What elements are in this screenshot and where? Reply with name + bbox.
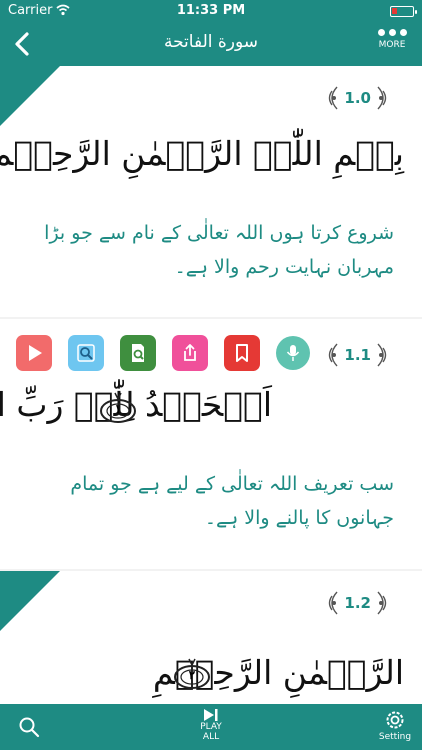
bottom-tab-bar: PLAY ALL Setting bbox=[0, 704, 422, 750]
clock: 11:33 PM bbox=[176, 3, 246, 18]
verse-actions-toolbar bbox=[16, 335, 310, 371]
play-all-label-2: ALL bbox=[202, 732, 220, 742]
more-dots-icon bbox=[370, 29, 414, 36]
ornament-left-icon bbox=[329, 343, 338, 367]
tafseer-search-icon bbox=[77, 344, 95, 362]
urdu-translation: شروع کرتا ہوں اللہ تعالٰی کے نام سے جو ب… bbox=[44, 222, 394, 278]
page-title: سورة الفاتحة bbox=[163, 32, 259, 52]
play-next-icon bbox=[204, 709, 218, 721]
verse-card[interactable]: 1.1 اَلۡحَمۡدُ لِلّٰہِ رَبِّ الۡعٰلَمِیۡ… bbox=[0, 319, 422, 569]
arabic-verse-text: بِسۡمِ اللّٰہِ الرَّحۡمٰنِ الرَّحِیۡمِ bbox=[0, 134, 404, 173]
ornament-left-icon bbox=[329, 591, 338, 615]
verse-number: 1.1 bbox=[344, 346, 371, 364]
ornament-left-icon bbox=[329, 86, 338, 110]
verse-number-ornament: 1.1 bbox=[325, 341, 390, 369]
microphone-icon bbox=[286, 345, 300, 361]
nav-bar: سورة الفاتحة MORE bbox=[0, 22, 422, 66]
verse-list[interactable]: 1.0 بِسۡمِ اللّٰہِ الرَّحۡمٰنِ الرَّحِیۡ… bbox=[0, 66, 422, 704]
play-icon bbox=[29, 345, 42, 361]
back-chevron-icon[interactable] bbox=[6, 27, 40, 61]
verse-card[interactable]: 1.2 الرَّحۡمٰنِ الرَّحِیۡمِ ٢ bbox=[0, 571, 422, 704]
verse-card[interactable]: 1.0 بِسۡمِ اللّٰہِ الرَّحۡمٰنِ الرَّحِیۡ… bbox=[0, 66, 422, 317]
urdu-translation: سب تعریف اللہ تعالٰی کے لیے ہے جو تمام ج… bbox=[70, 473, 394, 529]
ayah-end-marker: ٢ bbox=[172, 657, 212, 693]
setting-label: Setting bbox=[378, 732, 412, 742]
ornament-right-icon bbox=[377, 591, 387, 615]
share-button[interactable] bbox=[172, 335, 208, 371]
play-all-button[interactable]: PLAY ALL bbox=[191, 708, 231, 742]
more-button[interactable]: MORE bbox=[370, 26, 414, 64]
ornament-right-icon bbox=[377, 86, 387, 110]
play-verse-button[interactable] bbox=[16, 335, 52, 371]
verse-number: 1.2 bbox=[344, 594, 371, 612]
ayah-number: ٢ bbox=[188, 668, 196, 682]
ayah-number: ١ bbox=[114, 402, 122, 416]
arabic-verse-text: اَلۡحَمۡدُ لِلّٰہِ رَبِّ الۡعٰلَمِیۡنَ bbox=[0, 385, 272, 424]
corner-decoration bbox=[0, 66, 60, 126]
tafseer-button[interactable] bbox=[68, 335, 104, 371]
verse-number: 1.0 bbox=[344, 89, 371, 107]
corner-decoration bbox=[0, 571, 60, 631]
verse-number-ornament: 1.2 bbox=[325, 589, 390, 617]
search-icon[interactable] bbox=[18, 716, 40, 738]
setting-button[interactable]: Setting bbox=[378, 708, 412, 742]
ayah-end-marker: ١ bbox=[98, 391, 138, 427]
gear-icon bbox=[386, 711, 404, 729]
bookmark-icon bbox=[236, 344, 248, 362]
word-search-button[interactable] bbox=[120, 335, 156, 371]
share-icon bbox=[184, 344, 196, 361]
verse-number-ornament: 1.0 bbox=[325, 84, 390, 112]
play-all-label-1: PLAY bbox=[200, 722, 222, 732]
bookmark-button[interactable] bbox=[224, 335, 260, 371]
word-search-icon bbox=[132, 344, 144, 362]
arabic-verse-text: الرَّحۡمٰنِ الرَّحِیۡمِ bbox=[152, 653, 404, 692]
more-label: MORE bbox=[378, 40, 406, 50]
ornament-right-icon bbox=[377, 343, 387, 367]
status-bar: Carrier 11:33 PM bbox=[0, 0, 422, 22]
battery-icon bbox=[390, 6, 417, 17]
recitation-button[interactable] bbox=[276, 336, 310, 370]
